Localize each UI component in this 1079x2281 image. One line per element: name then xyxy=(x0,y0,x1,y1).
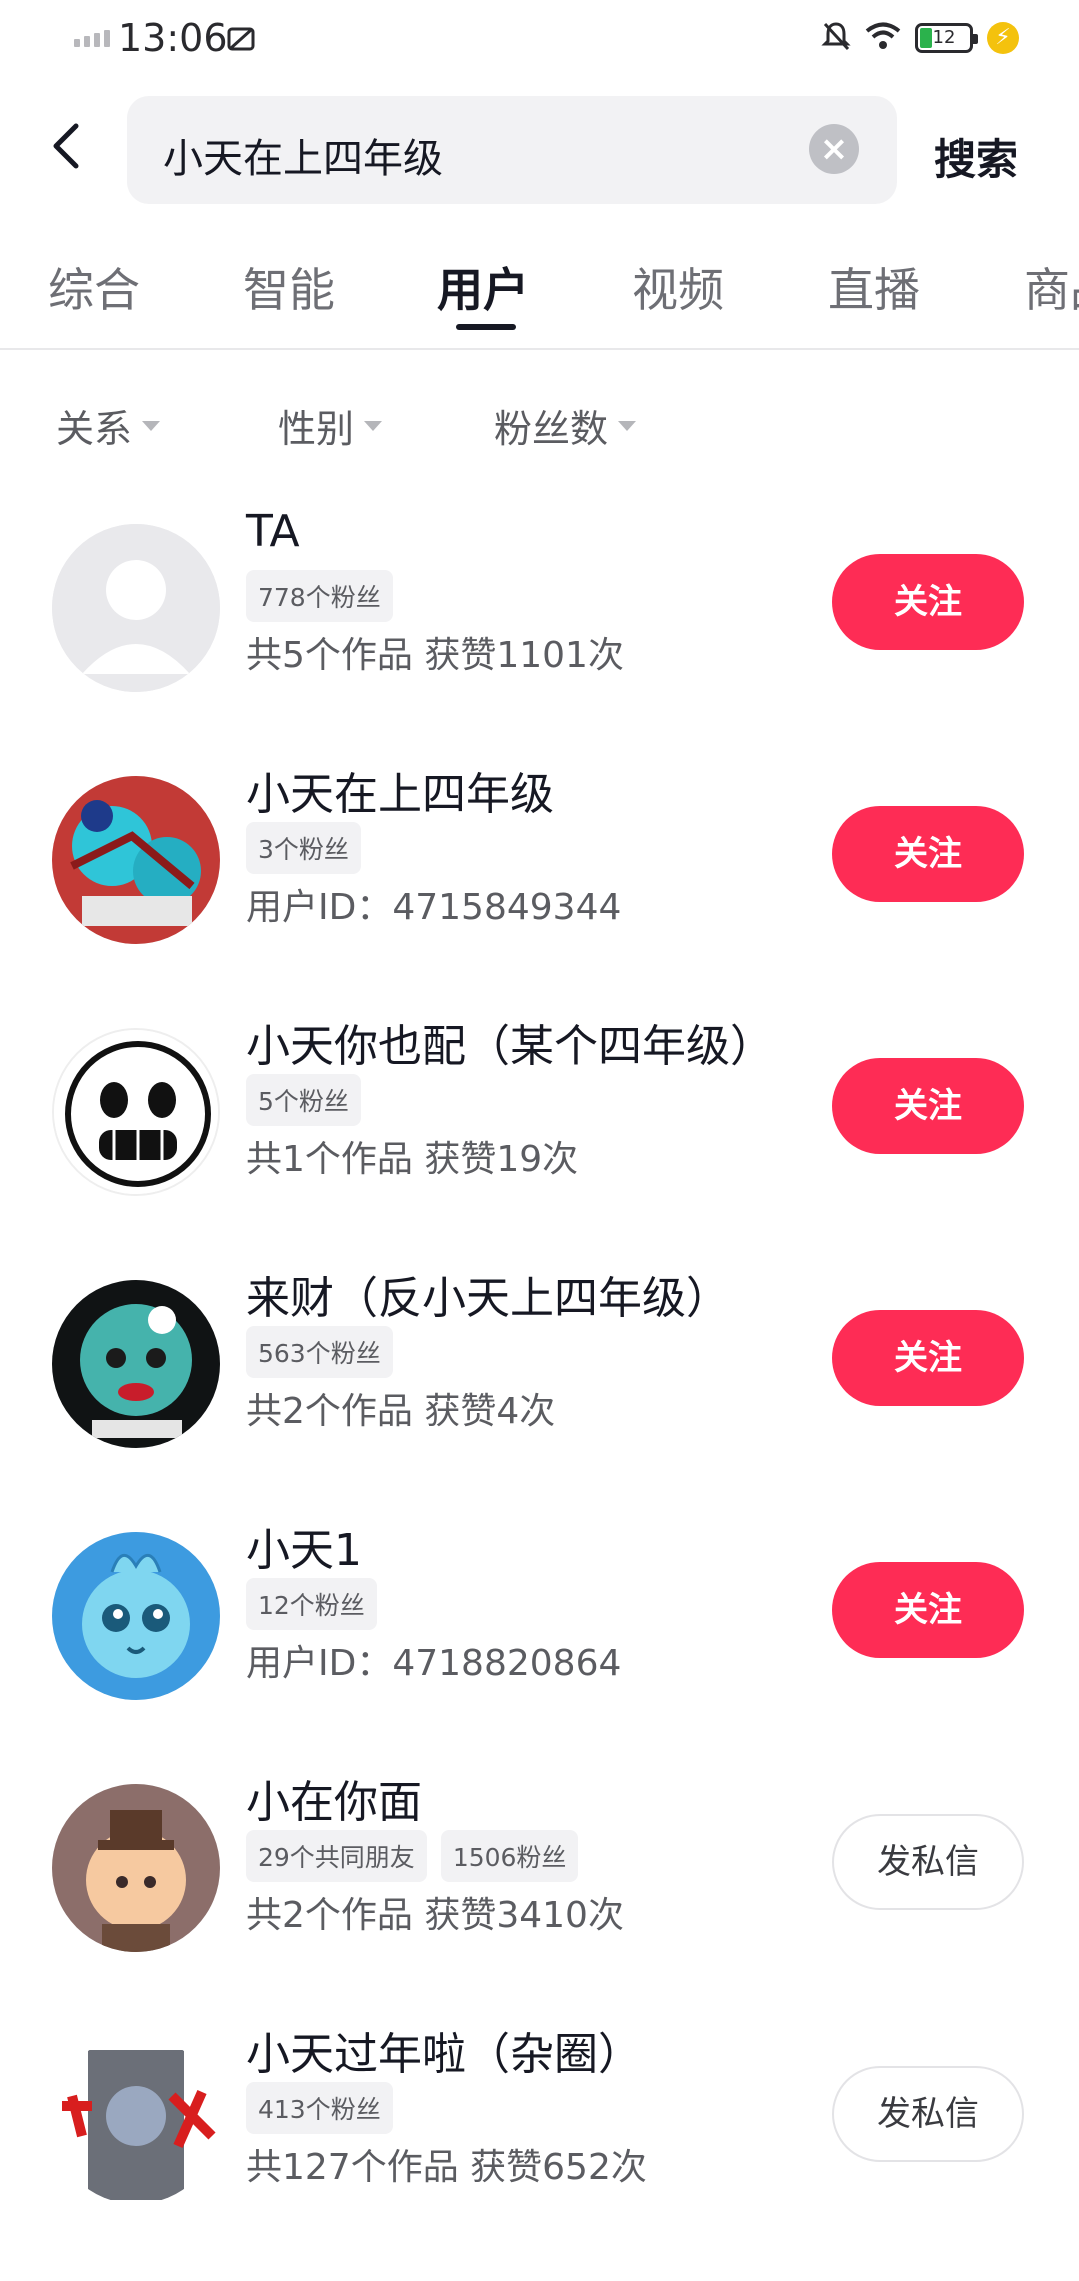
avatar[interactable] xyxy=(52,2036,220,2204)
filter-label: 关系 xyxy=(56,407,133,451)
follower-count-badge: 12个粉丝 xyxy=(246,1578,377,1630)
avatar-image xyxy=(54,1030,218,1194)
status-bar: 13:06 12 ⚡ xyxy=(0,0,1079,82)
user-name: TA xyxy=(246,506,300,557)
battery-icon: 12 xyxy=(915,23,978,53)
message-button[interactable]: 发私信 xyxy=(832,2066,1024,2162)
user-row[interactable]: TA 778个粉丝 共5个作品 获赞1101次 关注 xyxy=(0,506,1079,758)
user-row[interactable]: 小天你也配（某个四年级） 5个粉丝 共1个作品 获赞19次 关注 xyxy=(0,1010,1079,1262)
active-tab-indicator xyxy=(456,324,516,330)
caret-down-icon xyxy=(364,420,383,431)
chevron-left-icon xyxy=(53,123,79,169)
user-meta: 共2个作品 获赞3410次 xyxy=(246,1895,624,1936)
follow-button[interactable]: 关注 xyxy=(832,554,1024,650)
follow-button[interactable]: 关注 xyxy=(832,1310,1024,1406)
user-meta: 共5个作品 获赞1101次 xyxy=(246,635,624,676)
user-name: 小天在上四年级 xyxy=(246,769,554,820)
user-name: 小天1 xyxy=(246,1525,362,1576)
hd-icon xyxy=(226,24,256,61)
avatar[interactable] xyxy=(52,1028,220,1196)
follow-button[interactable]: 关注 xyxy=(832,1562,1024,1658)
user-row[interactable]: 小天过年啦（杂圈） 413个粉丝 共127个作品 获赞652次 发私信 xyxy=(0,2018,1079,2270)
follower-count-badge: 1506粉丝 xyxy=(440,1830,579,1882)
follower-count-badge: 563个粉丝 xyxy=(246,1326,393,1378)
default-avatar-icon xyxy=(52,524,220,692)
follower-count-badge: 5个粉丝 xyxy=(246,1074,361,1126)
search-query-text: 小天在上四年级 xyxy=(163,136,443,182)
user-meta: 用户ID：4715849344 xyxy=(246,887,622,928)
tab-all[interactable]: 综合 xyxy=(48,254,140,320)
follower-count-badge: 3个粉丝 xyxy=(246,822,361,874)
search-button[interactable]: 搜索 xyxy=(934,126,1018,187)
avatar[interactable] xyxy=(52,776,220,944)
filter-label: 性别 xyxy=(278,407,355,451)
close-icon: × xyxy=(819,129,849,169)
mute-icon xyxy=(821,20,851,56)
user-name: 小在你面 xyxy=(246,1777,422,1828)
follower-count-badge: 413个粉丝 xyxy=(246,2082,393,2134)
avatar[interactable] xyxy=(52,1532,220,1700)
follow-button[interactable]: 关注 xyxy=(832,1058,1024,1154)
avatar-image xyxy=(52,1532,220,1700)
tab-smart[interactable]: 智能 xyxy=(243,254,335,320)
avatar-image xyxy=(52,776,220,944)
user-name: 小天过年啦（杂圈） xyxy=(246,2029,642,2080)
filter-gender[interactable]: 性别 xyxy=(278,398,383,453)
avatar-image xyxy=(52,2036,220,2204)
signal-icon xyxy=(74,30,110,47)
avatar[interactable] xyxy=(52,1280,220,1448)
result-tabs: 综合 智能 用户 视频 直播 商品 xyxy=(0,240,1079,350)
clear-search-button[interactable]: × xyxy=(809,124,859,174)
tab-videos[interactable]: 视频 xyxy=(632,254,724,320)
filter-label: 粉丝数 xyxy=(494,407,609,451)
follower-count-badge: 778个粉丝 xyxy=(246,570,393,622)
filter-relationship[interactable]: 关系 xyxy=(56,398,161,453)
user-name: 小天你也配（某个四年级） xyxy=(246,1021,774,1072)
charging-icon: ⚡ xyxy=(987,22,1019,54)
filter-followers[interactable]: 粉丝数 xyxy=(494,398,637,453)
user-row[interactable]: 小在你面 29个共同朋友 1506粉丝 共2个作品 获赞3410次 发私信 xyxy=(0,1766,1079,2018)
user-name: 来财（反小天上四年级） xyxy=(246,1273,730,1324)
search-header: 小天在上四年级 × 搜索 xyxy=(0,96,1079,204)
back-button[interactable] xyxy=(40,116,100,176)
follow-button[interactable]: 关注 xyxy=(832,806,1024,902)
message-button[interactable]: 发私信 xyxy=(832,1814,1024,1910)
status-time: 13:06 xyxy=(118,16,228,60)
user-meta: 共127个作品 获赞652次 xyxy=(246,2147,647,2188)
tab-products[interactable]: 商品 xyxy=(1024,254,1079,320)
caret-down-icon xyxy=(618,420,637,431)
avatar-image xyxy=(52,1280,220,1448)
user-row[interactable]: 小天在上四年级 3个粉丝 用户ID：4715849344 关注 xyxy=(0,758,1079,1010)
user-row[interactable]: 小天1 12个粉丝 用户ID：4718820864 关注 xyxy=(0,1514,1079,1766)
user-meta: 用户ID：4718820864 xyxy=(246,1643,622,1684)
mutual-friends-badge: 29个共同朋友 xyxy=(246,1830,427,1882)
tab-users[interactable]: 用户 xyxy=(437,254,529,320)
user-meta: 共1个作品 获赞19次 xyxy=(246,1139,579,1180)
tab-live[interactable]: 直播 xyxy=(828,254,920,320)
caret-down-icon xyxy=(142,420,161,431)
avatar[interactable] xyxy=(52,1784,220,1952)
user-meta: 共2个作品 获赞4次 xyxy=(246,1391,556,1432)
avatar[interactable] xyxy=(52,524,220,692)
wifi-icon xyxy=(865,22,901,54)
user-row[interactable]: 来财（反小天上四年级） 563个粉丝 共2个作品 获赞4次 关注 xyxy=(0,1262,1079,1514)
avatar-image xyxy=(52,1784,220,1952)
search-input[interactable]: 小天在上四年级 × xyxy=(127,96,897,204)
